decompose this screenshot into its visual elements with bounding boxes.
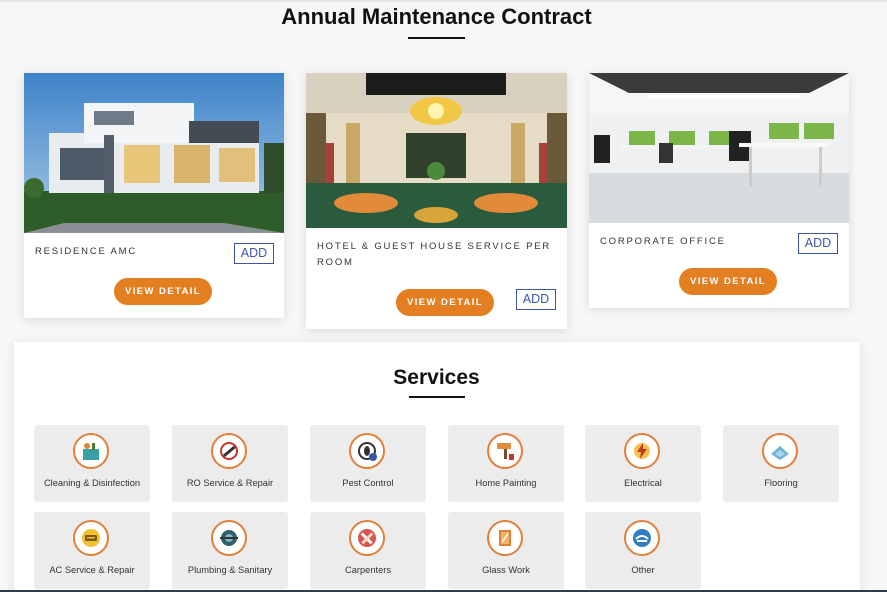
cleaning-icon (73, 433, 109, 469)
service-label: Other (631, 565, 655, 575)
service-label: Plumbing & Sanitary (187, 565, 273, 575)
ac-icon (73, 520, 109, 556)
service-label: Electrical (624, 478, 662, 488)
amc-section-title: Annual Maintenance Contract (281, 4, 592, 29)
service-tile-glass-work[interactable]: Glass Work (448, 512, 564, 589)
hotel-image (306, 73, 567, 228)
services-title-underline (409, 396, 465, 398)
service-tile-electrical[interactable]: Electrical (585, 425, 701, 502)
service-tile-plumbing[interactable]: Plumbing & Sanitary (172, 512, 288, 589)
service-label: Pest Control (342, 478, 394, 488)
view-detail-button[interactable]: VIEW DETAIL (679, 268, 777, 295)
amc-title-underline (408, 37, 465, 39)
amc-card-label: HOTEL & GUEST HOUSE SERVICE PER ROOM (317, 241, 552, 268)
services-section-title: Services (393, 366, 480, 389)
service-label: RO Service & Repair (186, 478, 274, 488)
add-button[interactable]: ADD (516, 289, 556, 310)
top-border (0, 0, 887, 2)
ro-repair-icon (211, 433, 247, 469)
service-label: AC Service & Repair (49, 565, 135, 575)
service-label: Cleaning & Disinfection (43, 478, 141, 488)
office-image (589, 73, 849, 223)
carpenter-icon (349, 520, 385, 556)
amc-card-label: CORPORATE OFFICE (600, 236, 726, 247)
service-tile-other[interactable]: Other (585, 512, 701, 589)
service-label: Carpenters (345, 565, 391, 575)
residence-image (24, 73, 284, 233)
flooring-icon (762, 433, 798, 469)
service-tile-carpenters[interactable]: Carpenters (310, 512, 426, 589)
other-icon (624, 520, 660, 556)
service-tile-home-painting[interactable]: Home Painting (448, 425, 564, 502)
service-tile-flooring[interactable]: Flooring (723, 425, 839, 502)
service-tile-ac-repair[interactable]: AC Service & Repair (34, 512, 150, 589)
service-label: Flooring (764, 478, 798, 488)
view-detail-button[interactable]: VIEW DETAIL (396, 289, 494, 316)
service-tile-pest-control[interactable]: Pest Control (310, 425, 426, 502)
amc-card-label: RESIDENCE AMC (35, 246, 138, 257)
add-button[interactable]: ADD (234, 243, 274, 264)
service-tile-ro-repair[interactable]: RO Service & Repair (172, 425, 288, 502)
amc-card-residence: RESIDENCE AMC ADD VIEW DETAIL (24, 73, 284, 318)
glass-icon (487, 520, 523, 556)
plumbing-icon (211, 520, 247, 556)
service-tile-cleaning[interactable]: Cleaning & Disinfection (34, 425, 150, 502)
electrical-icon (624, 433, 660, 469)
amc-card-hotel: HOTEL & GUEST HOUSE SERVICE PER ROOM ADD… (306, 73, 567, 329)
amc-card-corporate: CORPORATE OFFICE ADD VIEW DETAIL (589, 73, 849, 308)
paint-roller-icon (487, 433, 523, 469)
add-button[interactable]: ADD (798, 233, 838, 254)
service-label: Home Painting (475, 478, 537, 488)
pest-control-icon (349, 433, 385, 469)
service-label: Glass Work (482, 565, 530, 575)
view-detail-button[interactable]: VIEW DETAIL (114, 278, 212, 305)
